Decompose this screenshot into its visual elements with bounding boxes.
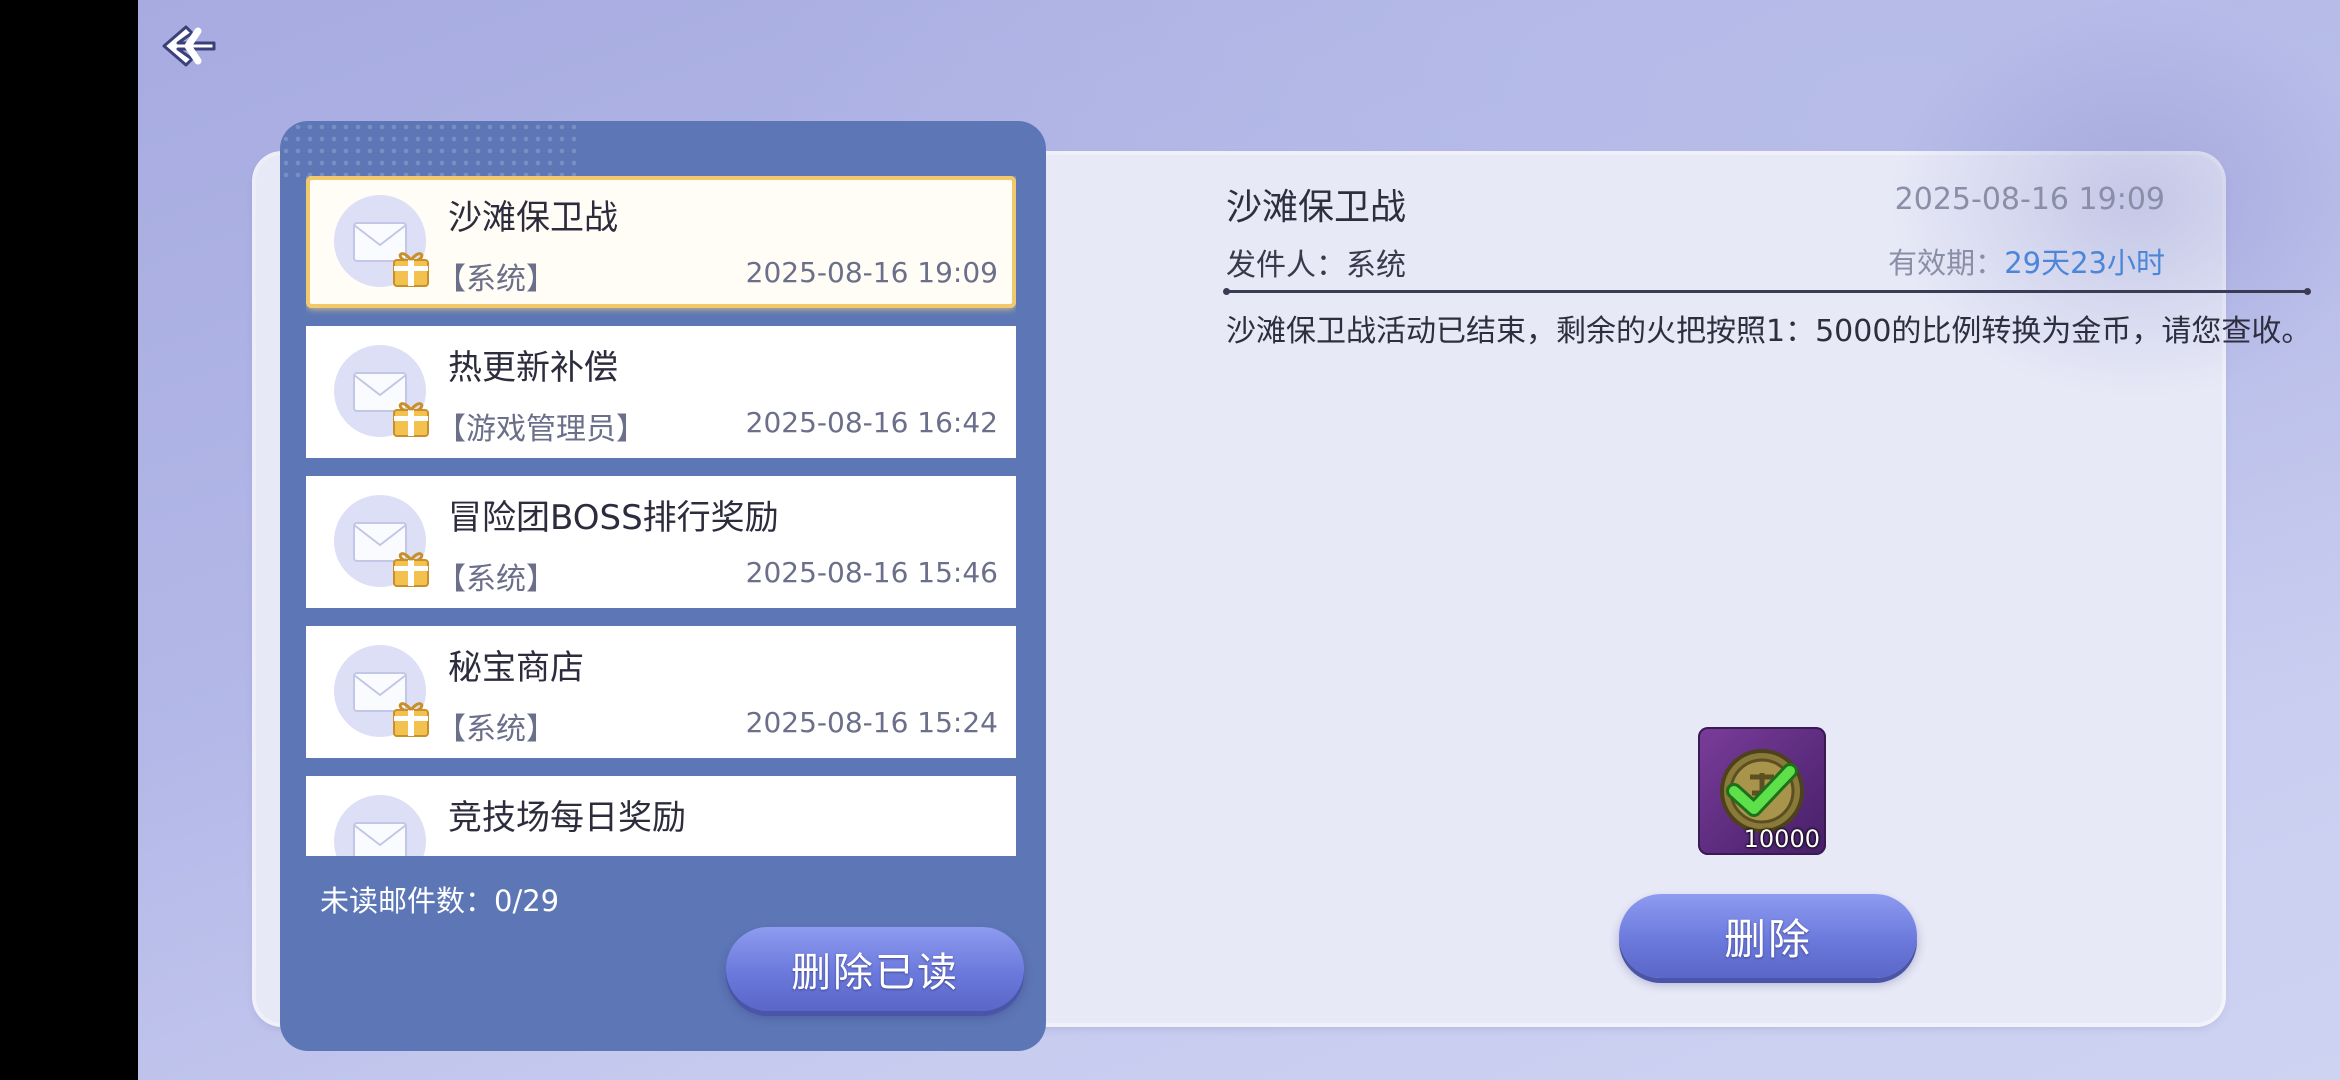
mail-item[interactable]: 沙滩保卫战 【系统】 2025-08-16 19:09 bbox=[306, 176, 1016, 308]
background-scene: 沙滩保卫战 【系统】 2025-08-16 19:09 热更新补偿 【游戏管理员 bbox=[138, 0, 2340, 1080]
mail-title: 竞技场每日奖励 bbox=[448, 798, 686, 838]
expiry-value: 29天23小时 bbox=[2004, 246, 2165, 280]
gift-icon bbox=[393, 702, 429, 737]
mail-sender: 【系统】 bbox=[436, 262, 556, 297]
mail-list-panel: 沙滩保卫战 【系统】 2025-08-16 19:09 热更新补偿 【游戏管理员 bbox=[280, 121, 1046, 1051]
gift-icon bbox=[393, 252, 429, 287]
mail-sender: 【系统】 bbox=[436, 562, 556, 597]
mail-title: 冒险团BOSS排行奖励 bbox=[448, 498, 779, 538]
detail-expiry: 有效期：29天23小时 bbox=[1888, 240, 2165, 282]
back-arrow-icon bbox=[162, 25, 216, 67]
mail-date: 2025-08-16 15:46 bbox=[745, 556, 998, 589]
delete-button[interactable]: 删除 bbox=[1619, 894, 1917, 978]
mail-title: 秘宝商店 bbox=[448, 648, 584, 688]
expiry-label: 有效期： bbox=[1888, 246, 2005, 280]
mail-sender: 【系统】 bbox=[436, 712, 556, 747]
mail-item[interactable]: 热更新补偿 【游戏管理员】 2025-08-16 16:42 bbox=[306, 326, 1016, 458]
detail-body: 沙滩保卫战活动已结束，剩余的火把按照1：5000的比例转换为金币，请您查收。 bbox=[1226, 314, 2312, 349]
mail-sender: 【游戏管理员】 bbox=[436, 412, 646, 447]
mail-title: 热更新补偿 bbox=[448, 348, 618, 388]
mail-date: 2025-08-16 15:24 bbox=[745, 706, 998, 739]
detail-sender: 发件人：系统 bbox=[1226, 248, 1406, 283]
envelope-icon bbox=[334, 795, 426, 856]
mail-item[interactable]: 竞技场每日奖励 bbox=[306, 776, 1016, 856]
gift-icon bbox=[393, 402, 429, 437]
gift-icon bbox=[393, 552, 429, 587]
mail-date: 2025-08-16 16:42 bbox=[745, 406, 998, 439]
reward-count: 10000 bbox=[1743, 825, 1820, 853]
reward-item[interactable]: 10000 bbox=[1698, 727, 1826, 855]
detail-date: 2025-08-16 19:09 bbox=[1894, 182, 2165, 217]
detail-title: 沙滩保卫战 bbox=[1226, 187, 1407, 228]
delete-read-button[interactable]: 删除已读 bbox=[726, 927, 1024, 1011]
back-button[interactable] bbox=[158, 18, 220, 74]
detail-divider bbox=[1223, 288, 2311, 295]
mail-list[interactable]: 沙滩保卫战 【系统】 2025-08-16 19:09 热更新补偿 【游戏管理员 bbox=[306, 176, 1016, 976]
mail-title: 沙滩保卫战 bbox=[448, 198, 618, 238]
unread-count: 未读邮件数：0/29 bbox=[320, 884, 560, 918]
mail-item[interactable]: 秘宝商店 【系统】 2025-08-16 15:24 bbox=[306, 626, 1016, 758]
mail-item[interactable]: 冒险团BOSS排行奖励 【系统】 2025-08-16 15:46 bbox=[306, 476, 1016, 608]
mail-date: 2025-08-16 19:09 bbox=[745, 256, 998, 289]
